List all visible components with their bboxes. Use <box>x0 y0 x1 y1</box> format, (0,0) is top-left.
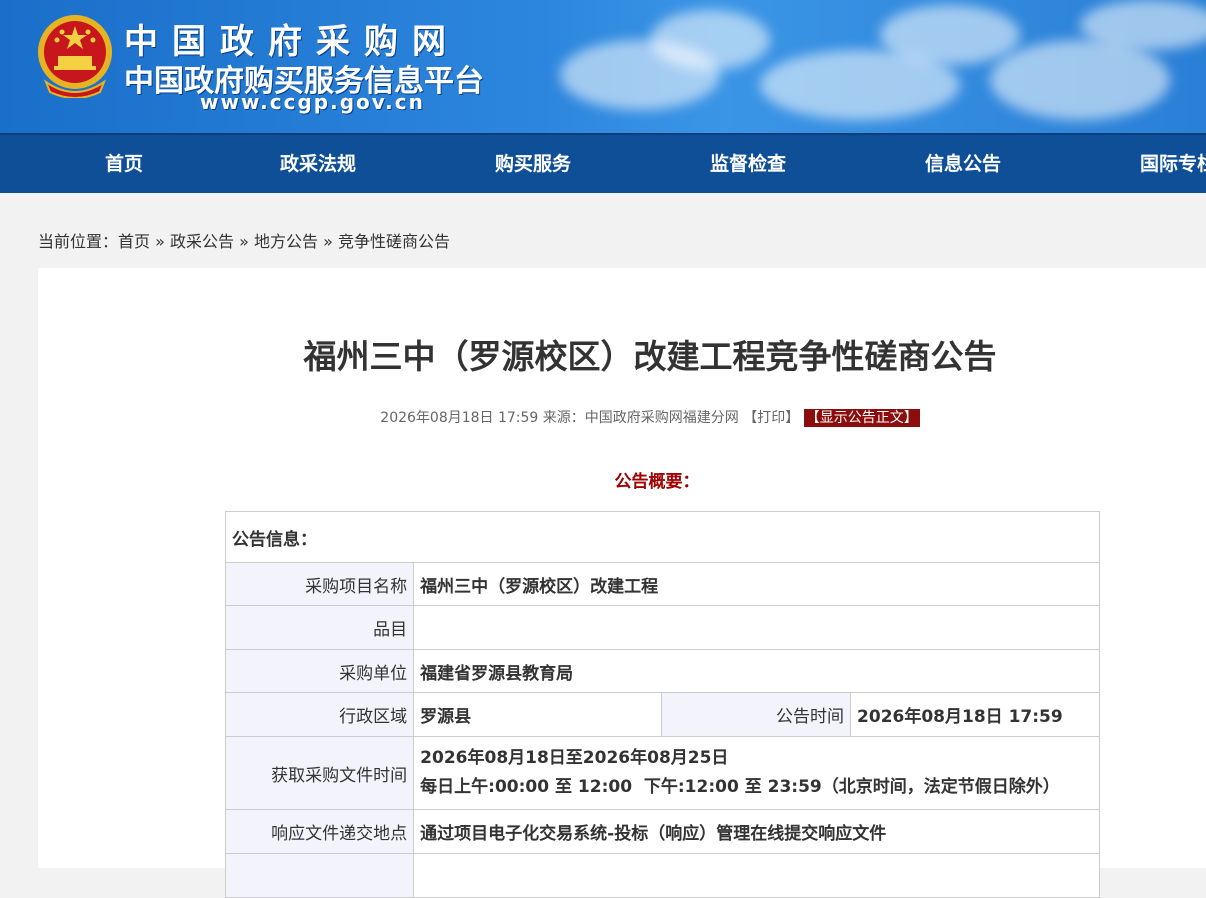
breadcrumb-separator: » <box>155 232 165 251</box>
summary-heading: 公告概要： <box>614 472 700 492</box>
main-nav: 首页 政采法规 购买服务 监督检查 信息公告 国际专栏 <box>0 133 1206 193</box>
row-label: 公告时间 <box>661 692 852 737</box>
table-row: 行政区域 罗源县 公告时间 2026年08月18日 17:59 <box>224 692 1100 737</box>
category-value <box>413 605 1100 650</box>
table-row: 获取采购文件时间 2026年08月18日至2026年08月25日 每日上午:00… <box>224 736 1100 810</box>
section-heading: 公告信息： <box>225 511 1100 563</box>
national-emblem-icon <box>38 15 112 98</box>
breadcrumb-link-home[interactable]: 首页 <box>118 232 150 251</box>
breadcrumb-separator: » <box>323 232 333 251</box>
table-row: 公告信息： <box>225 511 1100 563</box>
row-label: 获取采购文件时间 <box>224 736 415 810</box>
region-value: 罗源县 <box>413 692 663 737</box>
row-label: 品目 <box>224 605 415 650</box>
obtain-time-dates: 2026年08月18日至2026年08月25日 <box>420 748 729 768</box>
nav-item-supervision[interactable]: 监督检查 <box>710 135 786 193</box>
nav-item-regulations[interactable]: 政采法规 <box>280 135 356 193</box>
breadcrumb: 当前位置：首页 » 政采公告 » 地方公告 » 竞争性磋商公告 <box>38 228 450 252</box>
cloud-decoration <box>990 40 1170 120</box>
print-link[interactable]: 【打印】 <box>743 410 799 426</box>
nav-item-announcements[interactable]: 信息公告 <box>925 135 1001 193</box>
row-label <box>224 853 415 898</box>
cloud-decoration <box>880 5 1020 65</box>
table-cell <box>413 853 1100 898</box>
table-row: 采购单位 福建省罗源县教育局 <box>224 649 1100 693</box>
purchaser-value: 福建省罗源县教育局 <box>413 649 1100 693</box>
page-title: 福州三中（罗源校区）改建工程竞争性磋商公告 <box>303 337 997 376</box>
table-row: 响应文件递交地点 通过项目电子化交易系统-投标（响应）管理在线提交响应文件 <box>224 809 1100 854</box>
nav-item-home[interactable]: 首页 <box>105 135 143 193</box>
obtain-time-value: 2026年08月18日至2026年08月25日 每日上午:00:00 至 12:… <box>413 736 1100 810</box>
announcement-info-table: 公告信息： 采购项目名称 福州三中（罗源校区）改建工程 品目 采购单位 福建省罗… <box>224 511 1100 898</box>
obtain-time-hours: 每日上午:00:00 至 12:00 下午:12:00 至 23:59（北京时间… <box>420 777 1060 797</box>
source-label: 来源： <box>542 410 585 426</box>
article-panel: 福州三中（罗源校区）改建工程竞争性磋商公告 2026年08月18日 17:59 … <box>38 268 1206 898</box>
project-name-value: 福州三中（罗源校区）改建工程 <box>413 562 1100 606</box>
breadcrumb-prefix: 当前位置： <box>38 232 119 251</box>
source-value: 中国政府采购网福建分网 <box>584 410 739 426</box>
row-label: 采购单位 <box>224 649 415 693</box>
site-header-banner: 中国政府采购网 中国政府购买服务信息平台 www.ccgp.gov.cn <box>0 0 1206 133</box>
breadcrumb-link-local[interactable]: 地方公告 <box>254 232 318 251</box>
row-label: 响应文件递交地点 <box>224 809 415 854</box>
nav-item-purchase-services[interactable]: 购买服务 <box>495 135 571 193</box>
table-row <box>224 853 1100 898</box>
breadcrumb-link-current[interactable]: 竞争性磋商公告 <box>338 232 450 251</box>
table-row: 品目 <box>224 605 1100 650</box>
row-label: 采购项目名称 <box>224 562 415 606</box>
breadcrumb-link-announcements[interactable]: 政采公告 <box>170 232 234 251</box>
site-url: www.ccgp.gov.cn <box>200 90 425 114</box>
submit-place-value: 通过项目电子化交易系统-投标（响应）管理在线提交响应文件 <box>413 809 1100 854</box>
article-meta: 2026年08月18日 17:59 来源：中国政府采购网福建分网 【打印】 【显… <box>38 407 1206 427</box>
show-full-text-button[interactable]: 【显示公告正文】 <box>803 409 920 427</box>
table-row: 采购项目名称 福州三中（罗源校区）改建工程 <box>224 562 1100 606</box>
announce-time-value: 2026年08月18日 17:59 <box>850 692 1100 737</box>
publish-date: 2026年08月18日 17:59 <box>380 410 539 426</box>
nav-item-international[interactable]: 国际专栏 <box>1140 135 1206 193</box>
cloud-decoration <box>650 10 770 70</box>
row-label: 行政区域 <box>224 692 415 737</box>
breadcrumb-separator: » <box>239 232 249 251</box>
